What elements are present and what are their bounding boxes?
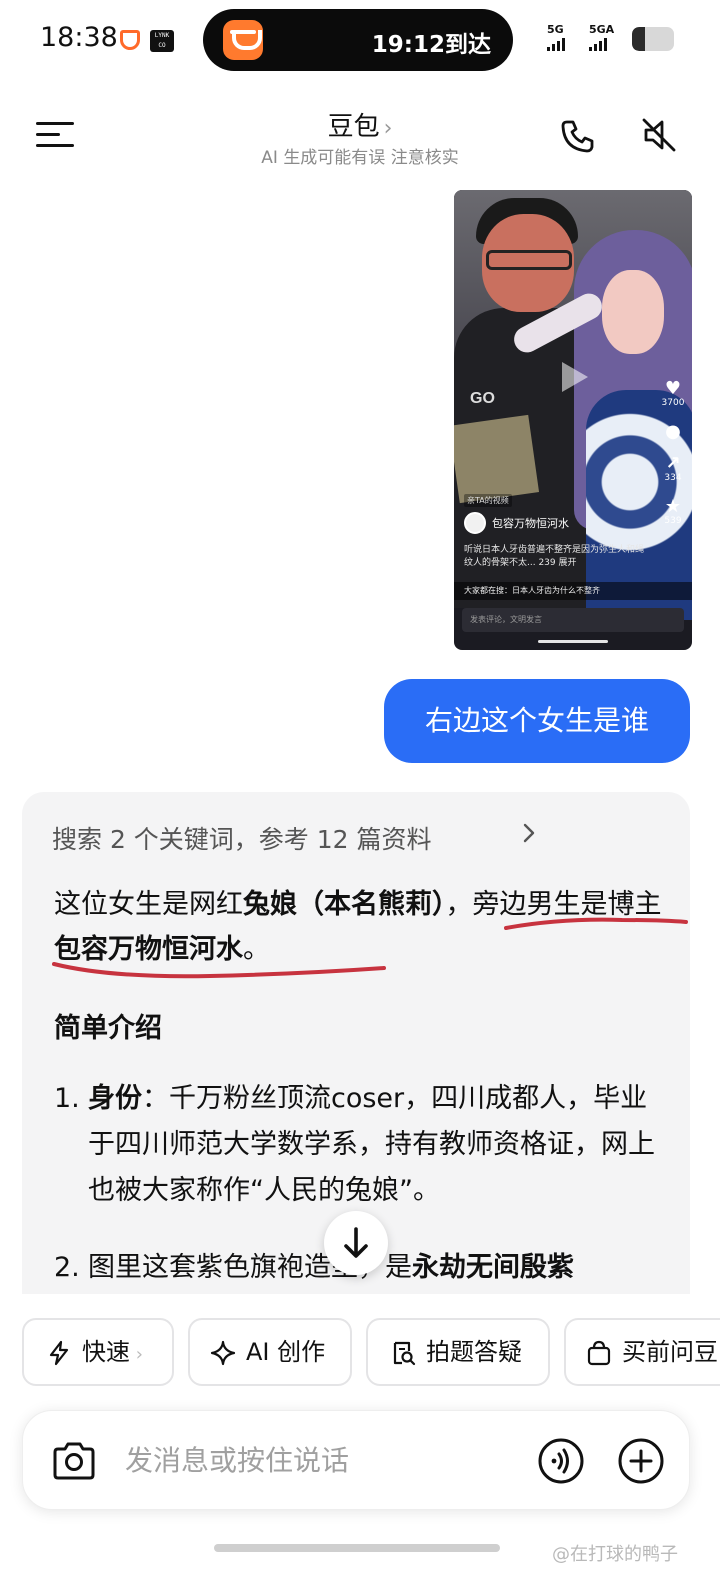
scroll-to-bottom-button[interactable]: [324, 1211, 388, 1275]
answer-bold-name: 兔娘（本名熊莉）: [243, 889, 446, 920]
chip-label: 拍题答疑: [426, 1338, 522, 1366]
video-author: 包容万物恒河水: [464, 512, 569, 534]
like-count: 3700: [661, 398, 685, 408]
list-item-text: ：千万粉丝顶流coser，四川成都人，毕业于四川师范大学数学系，持有教师资格证，…: [88, 1083, 655, 1206]
star-count: 539: [664, 516, 682, 526]
dynamic-island[interactable]: 19:12到达: [203, 9, 513, 71]
phone-call-icon[interactable]: [558, 116, 598, 156]
signal-5ga-icon: 5GA: [589, 24, 614, 51]
user-message-bubble[interactable]: 右边这个女生是谁: [384, 679, 690, 763]
list-number: 1.: [54, 1083, 80, 1114]
chat-header: 豆包 › AI 生成可能有误 注意核实: [0, 96, 720, 176]
doc-search-icon: [393, 1341, 416, 1366]
avatar: [464, 512, 486, 534]
home-indicator[interactable]: [214, 1544, 500, 1552]
answer-text: 这位女生是网红: [54, 889, 243, 920]
chevron-right-icon: ›: [383, 116, 393, 141]
status-bar: 18:38 LYNK CO 19:12到达 5G 5GA: [0, 0, 720, 80]
star-icon: ★ 539: [664, 496, 682, 527]
arrow-down-icon: [344, 1227, 368, 1258]
video-side-actions: ♥ 3700 ● ↗ 334 ★ 539: [660, 380, 686, 541]
author-name: 包容万物恒河水: [492, 517, 569, 530]
chip-ai-create[interactable]: AI 创作: [188, 1318, 352, 1386]
bot-name[interactable]: 豆包 ›: [0, 106, 720, 143]
chip-label: 快速: [82, 1338, 130, 1366]
chip-ask-before-buy[interactable]: 买前问豆: [564, 1318, 720, 1386]
video-comment-box: 发表评论，文明发言: [462, 608, 684, 632]
chip-fast[interactable]: 快速 ›: [22, 1318, 174, 1386]
chevron-right-icon: ›: [130, 1344, 143, 1365]
chip-label: 买前问豆: [622, 1338, 718, 1366]
lightning-icon: [49, 1340, 69, 1366]
video-search-hint: 大家都在搜：日本人牙齿为什么不整齐: [454, 582, 692, 600]
camera-icon[interactable]: [51, 1439, 97, 1483]
like-icon: ♥ 3700: [661, 378, 685, 409]
plus-icon[interactable]: [617, 1437, 665, 1485]
video-tag: 亲TA的视频: [464, 494, 512, 507]
signal-label-2: 5GA: [589, 23, 615, 36]
list-item-bold: 永劫无间殷紫: [412, 1252, 574, 1283]
battery-icon: [632, 27, 674, 51]
share-count: 334: [664, 473, 682, 483]
list-number: 2.: [54, 1252, 80, 1283]
ai-disclaimer: AI 生成可能有误 注意核实: [261, 148, 459, 168]
user-sent-screenshot[interactable]: GO ♥ 3700 ● ↗ 334 ★ 539 亲TA的视频 包容万物恒河水 听说日本…: [454, 190, 692, 650]
red-underline-annotation: [504, 917, 688, 930]
share-icon: ↗ 334: [664, 453, 682, 484]
bot-name-label: 豆包: [327, 112, 380, 142]
video-description: 听说日本人牙齿普遍不整齐是因为弥生人和绳纹人的骨架不太... 239 展开: [464, 545, 645, 568]
battery-level: [632, 27, 645, 51]
shopping-bag-icon: [587, 1340, 611, 1366]
voice-wave-icon[interactable]: [537, 1437, 585, 1485]
chevron-right-icon[interactable]: [522, 822, 536, 844]
signal-5g-icon: 5G: [547, 24, 565, 51]
search-summary[interactable]: 搜索 2 个关键词，参考 12 篇资料: [52, 820, 432, 856]
quick-action-chips: 快速 › AI 创作 拍题答疑 买前问豆: [22, 1318, 720, 1386]
sparkle-icon: [210, 1340, 236, 1366]
didi-notification-icon: [120, 30, 140, 50]
message-input-bar: 发消息或按住说话: [22, 1410, 690, 1510]
speaker-muted-icon[interactable]: [638, 114, 680, 156]
comment-icon: ●: [665, 421, 681, 442]
signal-label-1: 5G: [547, 23, 564, 36]
watermark: @在打球的鸭子: [552, 1544, 678, 1565]
chip-label: AI 创作: [246, 1338, 326, 1366]
message-input[interactable]: 发消息或按住说话: [125, 1411, 349, 1511]
didi-logo-icon: [223, 20, 263, 60]
shirt-text: GO: [470, 390, 495, 407]
play-icon: [562, 362, 588, 392]
chip-photo-qa[interactable]: 拍题答疑: [366, 1318, 550, 1386]
red-underline-annotation: [52, 962, 386, 979]
lynk-app-icon: LYNK CO: [150, 30, 174, 52]
list-item-label: 身份: [88, 1083, 142, 1114]
arrival-time: 19:12到达: [371, 32, 491, 58]
list-item: 1. 身份：千万粉丝顶流coser，四川成都人，毕业于四川师范大学数学系，持有教…: [54, 1076, 664, 1214]
status-time: 18:38: [40, 22, 118, 53]
section-title: 简单介绍: [54, 1013, 162, 1044]
